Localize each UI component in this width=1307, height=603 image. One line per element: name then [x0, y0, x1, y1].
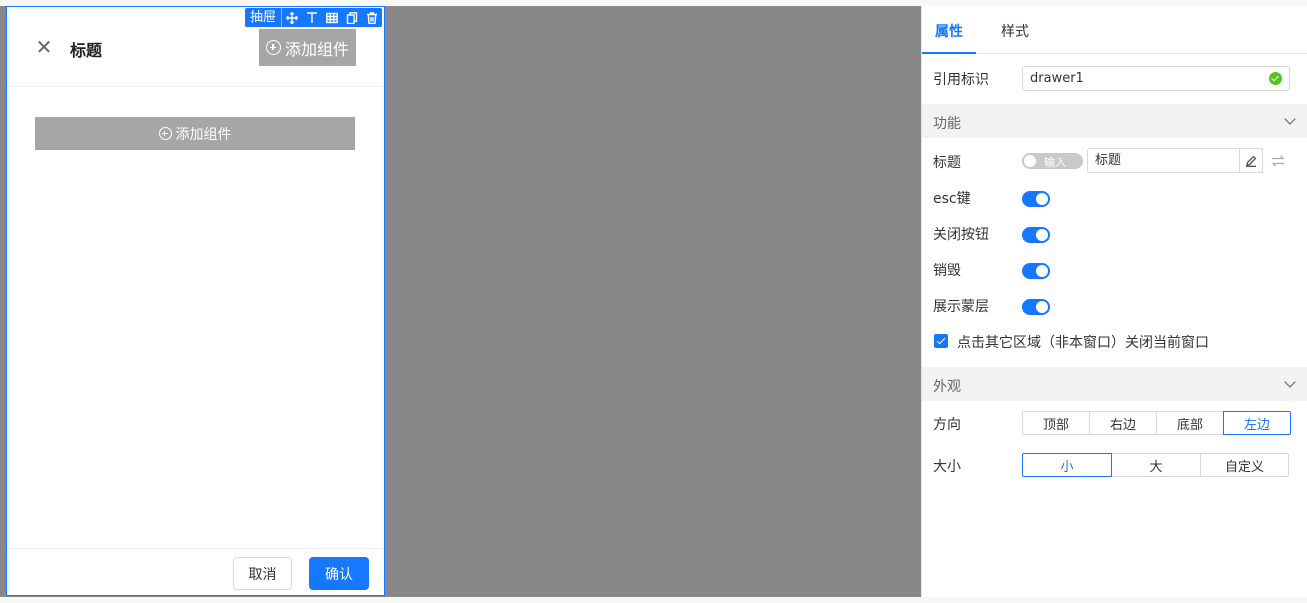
header-add-component-label: 添加组件 — [284, 39, 349, 59]
property-panel: 属性 样式 引用标识 drawer1 功能 标题 输入 标题 esc键 关闭按钮 — [921, 6, 1307, 597]
cancel-button[interactable]: 取消 — [233, 557, 292, 590]
switch-knob — [1036, 229, 1048, 241]
switch-label-esc: esc键 — [933, 191, 971, 207]
confirm-button[interactable]: 确认 — [309, 557, 369, 590]
tab-styles[interactable]: 样式 — [1001, 21, 1029, 41]
drawer-component[interactable]: ✕ 标题 添加组件 添加组件 取消 确认 — [6, 6, 385, 596]
section-appearance[interactable]: 外观 — [922, 367, 1307, 401]
switch-knob — [1036, 265, 1048, 277]
direction-option-top[interactable]: 顶部 — [1022, 411, 1090, 435]
title-row-label: 标题 — [933, 155, 961, 171]
ref-input[interactable]: drawer1 — [1022, 66, 1290, 91]
tab-properties[interactable]: 属性 — [935, 21, 963, 41]
close-on-outside-click-checkbox[interactable] — [934, 334, 948, 348]
delete-icon[interactable] — [362, 8, 382, 27]
drawer-title: 标题 — [70, 41, 103, 60]
bottom-strip — [0, 597, 1307, 603]
section-function-title: 功能 — [933, 116, 961, 132]
switch-esc[interactable] — [1022, 191, 1050, 207]
switch-mask[interactable] — [1022, 299, 1050, 315]
direction-option-right[interactable]: 右边 — [1089, 411, 1157, 435]
size-segmented: 小 大 自定义 — [1022, 453, 1289, 477]
copy-icon[interactable] — [342, 8, 362, 27]
selection-label: 抽屉 — [245, 8, 283, 27]
switch-label-close-button: 关闭按钮 — [933, 227, 989, 243]
direction-option-bottom[interactable]: 底部 — [1156, 411, 1224, 435]
align-top-icon[interactable] — [302, 8, 322, 27]
direction-segmented: 顶部 右边 底部 左边 — [1022, 411, 1291, 435]
edit-button[interactable] — [1239, 148, 1263, 173]
toggle-knob — [1024, 155, 1036, 167]
plus-circle-icon — [265, 40, 281, 55]
active-tab-indicator — [922, 52, 976, 54]
pencil-icon — [1246, 155, 1257, 167]
drawer-footer: 取消 确认 — [7, 548, 384, 596]
toggle-text: 输入 — [1044, 156, 1066, 169]
switch-label-destroy: 销毁 — [933, 263, 961, 279]
size-option-small[interactable]: 小 — [1022, 453, 1112, 477]
chevron-down-icon[interactable] — [1284, 113, 1296, 125]
section-appearance-title: 外观 — [933, 379, 961, 395]
switch-label-mask: 展示蒙层 — [933, 299, 989, 315]
chevron-down-icon[interactable] — [1284, 376, 1296, 388]
ref-input-value: drawer1 — [1030, 71, 1084, 86]
switch-knob — [1036, 301, 1048, 313]
section-function[interactable]: 功能 — [922, 104, 1307, 138]
size-label: 大小 — [933, 459, 961, 475]
app-root: ✕ 标题 添加组件 添加组件 取消 确认 抽屉 属性 样式 引用标识 drawe… — [0, 0, 1307, 603]
panel-tabs: 属性 样式 — [922, 6, 1307, 54]
move-icon[interactable] — [282, 8, 302, 27]
swap-icon[interactable] — [1271, 153, 1285, 167]
size-option-large[interactable]: 大 — [1111, 453, 1201, 477]
direction-label: 方向 — [933, 417, 961, 433]
check-circle-icon — [1269, 72, 1282, 85]
close-on-outside-click-label[interactable]: 点击其它区域（非本窗口）关闭当前窗口 — [957, 332, 1209, 352]
direction-option-left[interactable]: 左边 — [1223, 411, 1291, 435]
plus-circle-icon — [158, 127, 172, 140]
size-option-custom[interactable]: 自定义 — [1200, 453, 1289, 477]
title-input[interactable]: 标题 — [1087, 148, 1263, 173]
switch-close-button[interactable] — [1022, 227, 1050, 243]
title-input-mode-toggle[interactable]: 输入 — [1022, 153, 1083, 169]
selection-toolbar: 抽屉 — [245, 8, 383, 27]
header-add-component-button[interactable]: 添加组件 — [259, 29, 356, 66]
body-add-component-label: 添加组件 — [175, 126, 232, 143]
ref-label: 引用标识 — [933, 72, 989, 88]
close-icon[interactable]: ✕ — [35, 37, 53, 57]
table-icon[interactable] — [322, 8, 342, 27]
body-add-component-button[interactable]: 添加组件 — [35, 117, 355, 150]
switch-knob — [1036, 193, 1048, 205]
switch-destroy[interactable] — [1022, 263, 1050, 279]
